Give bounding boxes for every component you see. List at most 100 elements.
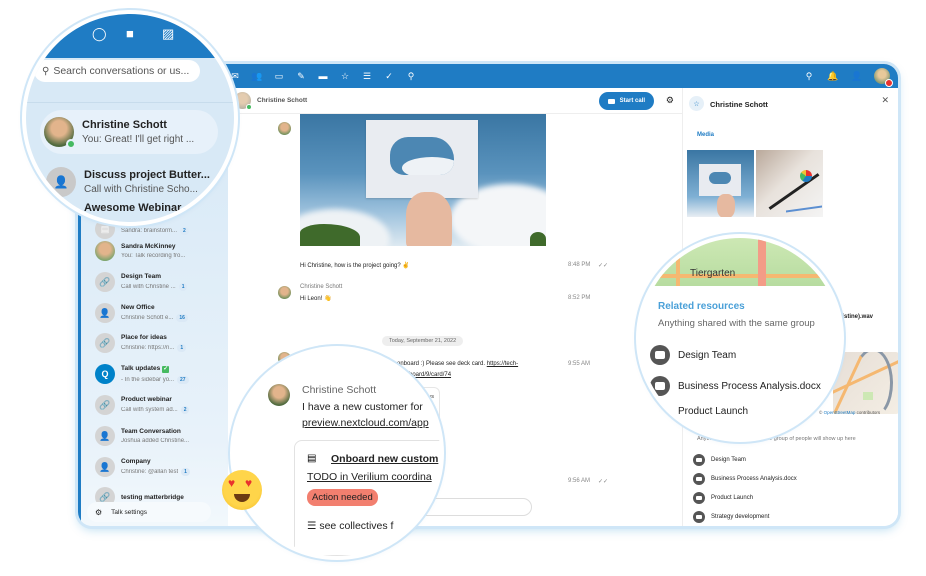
stage: ✉ 👥 ▭ ✎ ▬ ☆ ☰ ✓ ⚲ ⚲ 🔔 👤 ▤ Sandra: brains… bbox=[0, 0, 926, 576]
conversation-item[interactable]: 👤 Company Christine: @allan test 1 bbox=[95, 452, 225, 482]
group-icon: 👤 bbox=[95, 426, 115, 446]
deck-board-icon bbox=[693, 454, 705, 466]
talk-logo-icon: Q bbox=[95, 364, 115, 384]
avatar[interactable] bbox=[234, 92, 252, 110]
conversation-item[interactable]: 🔗 Place for ideas Christine: https://n...… bbox=[95, 328, 225, 358]
message-text: ...onboard :) Please see deck card. http… bbox=[392, 361, 519, 367]
verified-check-icon: ✓ bbox=[162, 365, 170, 373]
conversation-settings-icon[interactable]: ⚙ bbox=[666, 95, 674, 106]
message-text: Hi Christine, how is the project going? … bbox=[300, 263, 410, 269]
conversation-item[interactable]: 👤 Discuss project Butter... Call with Chr… bbox=[42, 160, 232, 204]
date-separator: Today, September 21, 2022 bbox=[382, 336, 464, 346]
related-item[interactable]: Business Process Analysis.docx bbox=[650, 376, 821, 396]
avatar bbox=[278, 122, 291, 135]
card-label: Action needed bbox=[307, 489, 378, 506]
app-menu: ✉ 👥 ▭ ✎ ▬ ☆ ☰ ✓ ⚲ bbox=[224, 64, 422, 88]
paper-cloud bbox=[366, 120, 478, 198]
media-thumbnail[interactable] bbox=[756, 150, 823, 217]
link-icon: 🔗 bbox=[95, 395, 115, 415]
card-description: ☰ see collectives f bbox=[307, 520, 394, 532]
unread-badge: 1 bbox=[181, 468, 190, 476]
message-link[interactable]: https://tech- bbox=[487, 361, 518, 367]
media-thumbnail[interactable] bbox=[687, 150, 754, 217]
related-item[interactable]: Strategy development bbox=[693, 511, 769, 523]
related-item[interactable]: Design Team bbox=[650, 345, 736, 365]
maps-icon[interactable]: ⚲ bbox=[400, 64, 422, 88]
notifications-icon[interactable]: 🔔 bbox=[826, 71, 840, 82]
read-receipt-icon: ✓✓ bbox=[598, 479, 609, 485]
conversation-item[interactable]: 👤 New Office Christine Schott e... 16 bbox=[95, 298, 225, 328]
shared-image[interactable] bbox=[300, 114, 546, 246]
related-resources-title: Related resources bbox=[658, 301, 745, 312]
favorite-star-icon[interactable]: ☆ bbox=[689, 96, 704, 111]
activity-icon[interactable]: ☆ bbox=[334, 64, 356, 88]
online-status-icon bbox=[66, 139, 76, 149]
audio-file[interactable]: christine).wav bbox=[833, 314, 873, 320]
message-time: 8:52 PM bbox=[568, 295, 591, 301]
user-avatar[interactable] bbox=[874, 68, 893, 87]
group-icon: 👤 bbox=[95, 303, 115, 323]
deck-board-icon bbox=[693, 511, 705, 523]
related-hint: Anything shared with the same group of p… bbox=[697, 436, 856, 442]
unread-badge: 16 bbox=[176, 314, 188, 322]
conversation-item[interactable]: 🔗 Product webinar Call with system ad... 2 bbox=[95, 390, 225, 420]
conversation-item[interactable]: Sandra McKinney You: Talk recording fro..… bbox=[95, 236, 225, 266]
search-input[interactable]: ⚲ Search conversations or us... bbox=[34, 60, 200, 82]
notes-icon[interactable]: ✎ bbox=[290, 64, 312, 88]
checkmark-icon[interactable]: ✓ bbox=[378, 64, 400, 88]
tasks-icon[interactable]: ☰ bbox=[356, 64, 378, 88]
conversation-item[interactable]: Q Talk updates ✓ - In the sidebar yo... 27 bbox=[95, 359, 225, 389]
related-item[interactable]: Business Process Analysis.docx bbox=[693, 473, 797, 485]
folder-icon bbox=[650, 376, 670, 396]
read-receipt-icon: ✓✓ bbox=[598, 263, 609, 269]
start-call-button[interactable]: Start call bbox=[598, 92, 654, 110]
photos-icon[interactable]: ▨ bbox=[162, 26, 174, 42]
calendar-icon[interactable]: ▭ bbox=[268, 64, 290, 88]
unread-badge: 2 bbox=[180, 226, 189, 235]
magnifier-related-resources: Tiergarten Related resources Anything sh… bbox=[640, 238, 840, 438]
contacts-icon[interactable]: 👥 bbox=[246, 64, 268, 88]
contacts-menu-icon[interactable]: 👤 bbox=[850, 71, 864, 82]
media-tab[interactable]: Media bbox=[697, 132, 714, 138]
location-map: Tiergarten bbox=[640, 238, 840, 286]
related-item[interactable]: Product Launch bbox=[678, 406, 748, 417]
location-map[interactable] bbox=[833, 352, 898, 414]
card-title[interactable]: Onboard new custom bbox=[331, 453, 438, 465]
message-time: 8:48 PM bbox=[568, 262, 591, 268]
conversation-title: Christine Schott bbox=[257, 97, 308, 104]
deck-board-icon bbox=[650, 345, 670, 365]
message-time: 9:56 AM bbox=[568, 478, 591, 484]
related-item[interactable]: Product Launch bbox=[693, 492, 753, 504]
conversation-item-active[interactable]: Christine Schott You: Great! I'll get rig… bbox=[40, 110, 218, 154]
chat-header: Christine Schott Start call ⚙ bbox=[228, 88, 682, 114]
conversation-item[interactable]: 🔗 Design Team Call with Christine ... 1 bbox=[95, 267, 225, 297]
gear-icon: ⚙ bbox=[95, 507, 103, 517]
unread-badge: 27 bbox=[177, 375, 189, 384]
group-icon: 👤 bbox=[95, 457, 115, 477]
message-time: 9:55 AM bbox=[568, 361, 591, 367]
unread-badge: 2 bbox=[180, 406, 190, 414]
dashboard-icon[interactable]: ◯ bbox=[92, 26, 107, 42]
talk-settings-button[interactable]: ⚙ Talk settings bbox=[87, 502, 211, 522]
conversation-name-partial: Awesome Webinar bbox=[84, 202, 182, 214]
close-icon[interactable]: ✕ bbox=[881, 95, 889, 106]
folder-icon bbox=[693, 473, 705, 485]
avatar bbox=[44, 117, 76, 149]
search-icon[interactable]: ⚲ bbox=[802, 71, 816, 82]
message-author: Christine Schott bbox=[300, 284, 343, 290]
deck-icon: ▤ bbox=[307, 453, 317, 464]
sidebar-title: Christine Schott bbox=[710, 100, 768, 109]
magnifier-deck-card: Christine Schott I have a new customer f… bbox=[234, 350, 440, 556]
files-icon[interactable]: ■ bbox=[126, 26, 134, 41]
video-camera-icon bbox=[607, 98, 615, 104]
message-link[interactable]: ...board/9/card/74 bbox=[404, 372, 451, 378]
card-board[interactable]: TODO in Verilium coordina bbox=[307, 471, 432, 483]
unread-badge: 1 bbox=[177, 344, 187, 352]
group-icon: 👤 bbox=[46, 167, 76, 197]
deck-card-preview[interactable]: ▤ Onboard new custom TODO in Verilium co… bbox=[294, 440, 440, 556]
link-icon: 🔗 bbox=[95, 272, 115, 292]
conversation-item[interactable]: 👤 Team Conversation Joshua added Christin… bbox=[95, 421, 225, 451]
deck-icon[interactable]: ▬ bbox=[312, 64, 334, 88]
related-item[interactable]: Design Team bbox=[693, 454, 746, 466]
message-link[interactable]: preview.nextcloud.com/app bbox=[302, 417, 429, 429]
